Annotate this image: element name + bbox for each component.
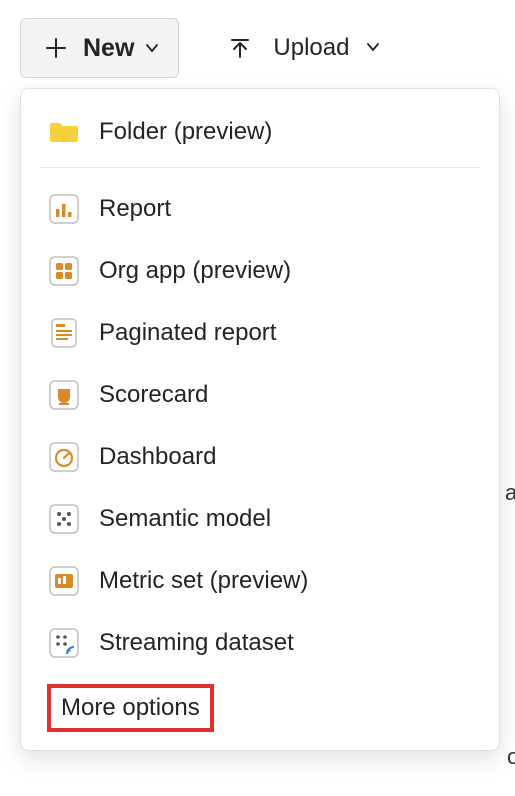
menu-item-label: Scorecard bbox=[99, 381, 208, 409]
new-button[interactable]: New bbox=[20, 18, 179, 78]
menu-item-label: Paginated report bbox=[99, 319, 276, 347]
menu-item-label: Streaming dataset bbox=[99, 629, 294, 657]
new-button-label: New bbox=[83, 34, 134, 63]
plus-icon bbox=[39, 31, 73, 65]
streaming-dataset-icon bbox=[47, 626, 81, 660]
scorecard-icon bbox=[47, 378, 81, 412]
menu-item-label: Semantic model bbox=[99, 505, 271, 533]
upload-button[interactable]: Upload bbox=[219, 19, 385, 77]
menu-item-streaming-dataset[interactable]: Streaming dataset bbox=[21, 612, 499, 674]
menu-item-label: Dashboard bbox=[99, 443, 216, 471]
menu-item-label: Folder (preview) bbox=[99, 118, 272, 146]
background-occluded-text: a bbox=[505, 480, 515, 510]
menu-item-label: More options bbox=[61, 694, 200, 721]
menu-item-more-options[interactable]: More options bbox=[47, 684, 214, 732]
menu-item-paginated-report[interactable]: Paginated report bbox=[21, 302, 499, 364]
menu-item-folder[interactable]: Folder (preview) bbox=[21, 101, 499, 163]
folder-icon bbox=[47, 115, 81, 149]
toolbar: New Upload bbox=[0, 0, 515, 96]
menu-item-label: Metric set (preview) bbox=[99, 567, 308, 595]
menu-separator bbox=[41, 167, 479, 168]
paginated-report-icon bbox=[47, 316, 81, 350]
menu-item-semantic-model[interactable]: Semantic model bbox=[21, 488, 499, 550]
upload-button-label: Upload bbox=[273, 34, 349, 62]
chevron-down-icon bbox=[365, 34, 381, 62]
new-dropdown-menu: Folder (preview) Report Org app (preview… bbox=[20, 88, 500, 751]
semantic-model-icon bbox=[47, 502, 81, 536]
org-app-icon bbox=[47, 254, 81, 288]
menu-item-label: Report bbox=[99, 195, 171, 223]
report-icon bbox=[47, 192, 81, 226]
dashboard-icon bbox=[47, 440, 81, 474]
background-occluded-text: o bbox=[507, 744, 515, 774]
menu-item-scorecard[interactable]: Scorecard bbox=[21, 364, 499, 426]
menu-item-dashboard[interactable]: Dashboard bbox=[21, 426, 499, 488]
menu-item-report[interactable]: Report bbox=[21, 178, 499, 240]
chevron-down-icon bbox=[144, 34, 160, 63]
menu-item-label: Org app (preview) bbox=[99, 257, 291, 285]
metric-set-icon bbox=[47, 564, 81, 598]
upload-icon bbox=[223, 31, 257, 65]
menu-item-org-app[interactable]: Org app (preview) bbox=[21, 240, 499, 302]
menu-item-metric-set[interactable]: Metric set (preview) bbox=[21, 550, 499, 612]
